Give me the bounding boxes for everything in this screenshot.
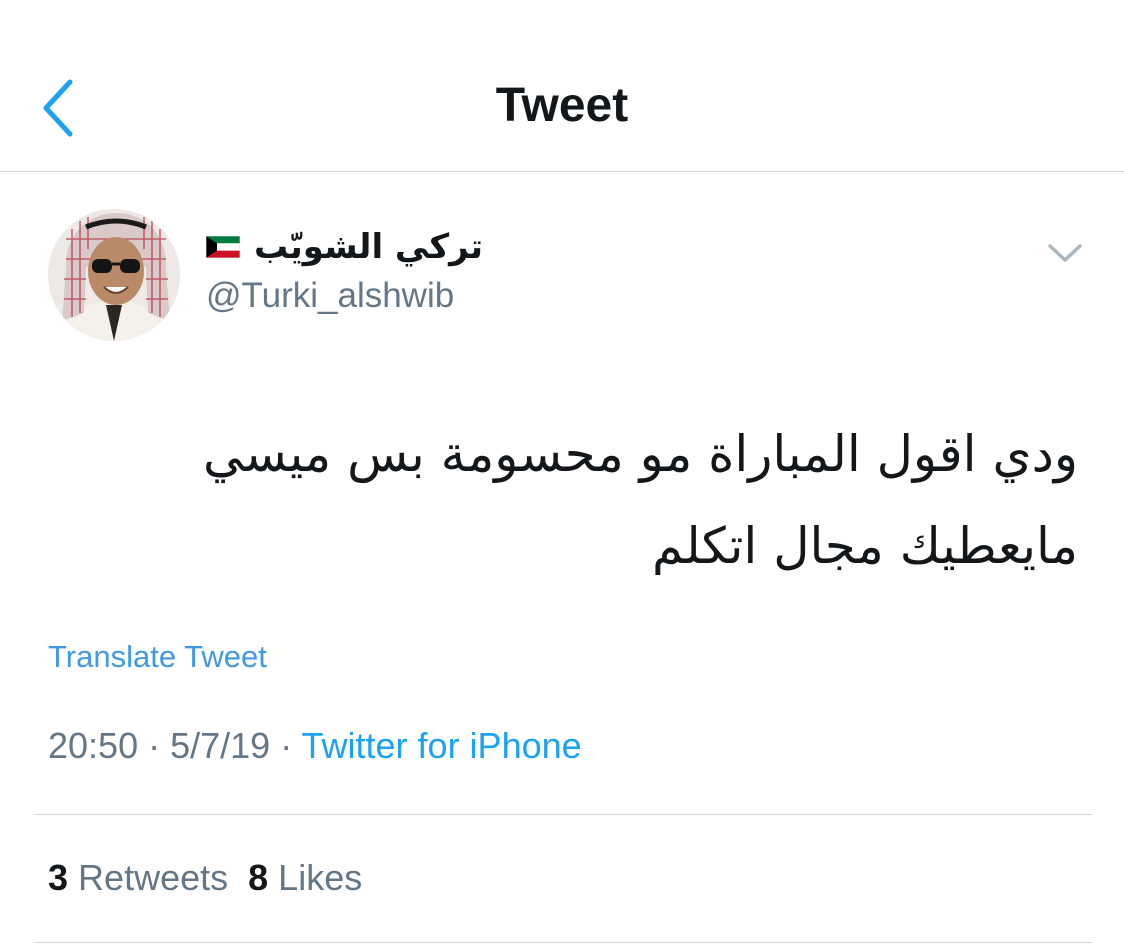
navigation-bar: Tweet — [0, 0, 1124, 172]
tweet-source-link[interactable]: Twitter for iPhone — [302, 725, 582, 766]
retweets-stat[interactable]: 3 Retweets — [48, 857, 228, 898]
likes-stat[interactable]: 8 Likes — [248, 857, 362, 898]
retweets-count: 3 — [48, 857, 69, 898]
author-display-name[interactable]: تركي الشويّب — [254, 223, 483, 271]
avatar[interactable] — [48, 209, 180, 341]
page-title: Tweet — [495, 79, 629, 132]
tweet-time: 20:50 — [48, 725, 139, 766]
divider — [34, 814, 1092, 815]
likes-count: 8 — [248, 857, 269, 898]
author-name-row: تركي الشويّب — [206, 222, 483, 272]
translate-tweet-link[interactable]: Translate Tweet — [48, 638, 267, 676]
profile-photo — [48, 209, 180, 341]
tweet-options-button[interactable] — [1040, 234, 1090, 274]
divider — [34, 942, 1092, 943]
retweets-label: Retweets — [78, 857, 229, 898]
author-handle[interactable]: @Turki_alshwib — [206, 276, 454, 316]
meta-separator: · — [138, 725, 171, 766]
tweet-body: ودي اقول المباراة مو محسومة بس ميسي مايع… — [203, 425, 1078, 575]
chevron-down-icon — [1048, 244, 1082, 262]
meta-separator: · — [270, 725, 302, 766]
kuwait-flag-icon — [206, 236, 240, 258]
tweet-metadata: 20:50 · 5/7/19 · Twitter for iPhone — [48, 724, 582, 768]
tweet-date: 5/7/19 — [170, 725, 271, 766]
tweet-stats: 3 Retweets 8 Likes — [48, 856, 362, 900]
likes-label: Likes — [278, 857, 363, 898]
